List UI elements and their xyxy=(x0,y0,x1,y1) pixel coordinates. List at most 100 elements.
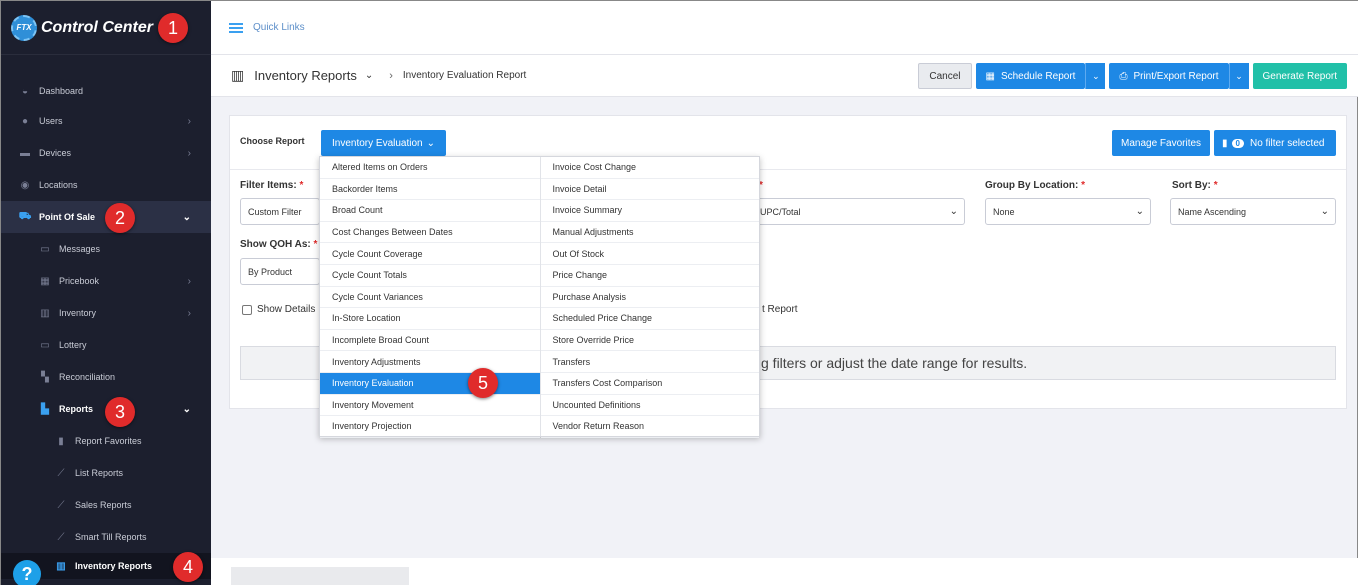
sidebar-item-devices[interactable]: ▬ Devices › xyxy=(1,137,211,169)
sidebar-item-label: Sales Reports xyxy=(75,500,132,510)
dropdown-item[interactable]: Purchase Analysis xyxy=(540,287,759,309)
help-button[interactable]: ? xyxy=(13,560,41,585)
dropdown-column-2: Invoice Cost Change Invoice Detail Invoi… xyxy=(539,157,759,438)
sidebar-item-lottery[interactable]: ▭ Lottery xyxy=(1,329,211,361)
sort-by-value: Name Ascending xyxy=(1178,206,1247,217)
sidebar-item-sales-reports[interactable]: ⟋ Sales Reports xyxy=(1,489,211,521)
sidebar-item-inventory[interactable]: ▥ Inventory › xyxy=(1,297,211,329)
dropdown-item[interactable]: Cycle Count Totals xyxy=(320,265,540,287)
group-by-value: None xyxy=(993,206,1015,217)
page-title[interactable]: Inventory Reports xyxy=(254,68,357,83)
calendar-icon: ▦ xyxy=(985,70,995,82)
dropdown-item[interactable]: Broad Count xyxy=(320,200,540,222)
sidebar-item-list-reports[interactable]: ⟋ List Reports xyxy=(1,457,211,489)
menu-icon[interactable] xyxy=(229,22,243,33)
sidebar-item-label: Lottery xyxy=(59,340,87,350)
breadcrumb: Inventory Evaluation Report xyxy=(402,70,527,81)
print-export-label: Print/Export Report xyxy=(1133,70,1219,82)
dropdown-item[interactable]: Invoice Summary xyxy=(540,200,759,222)
dropdown-item[interactable]: Incomplete Broad Count xyxy=(320,330,540,352)
dropdown-item[interactable]: Transfers Cost Comparison xyxy=(540,373,759,395)
dropdown-item[interactable]: Cycle Count Variances xyxy=(320,287,540,309)
dropdown-item[interactable]: Store Override Price xyxy=(540,330,759,352)
dropdown-item-selected[interactable]: Inventory Evaluation xyxy=(320,372,540,395)
line-chart-icon: ⟋ xyxy=(57,499,65,511)
chevron-down-icon: ⌄ xyxy=(1135,206,1144,217)
callout-badge-5: 5 xyxy=(468,368,498,398)
sidebar-item-label: Pricebook xyxy=(59,276,100,286)
filter-icon: ▮ xyxy=(1222,137,1228,149)
report-select-button[interactable]: Inventory Evaluation ⌄ xyxy=(321,130,447,156)
sidebar-item-label: Inventory xyxy=(59,308,97,318)
sidebar-item-label: Reconciliation xyxy=(59,372,116,382)
header-actions: Cancel ▦ Schedule Report ⌄ ⎙ Print/Expor… xyxy=(918,63,1347,89)
schedule-report-button[interactable]: ▦ Schedule Report xyxy=(975,63,1086,89)
filter-items-label: Filter Items: * xyxy=(240,180,304,191)
sidebar-item-reconciliation[interactable]: ▚ Reconciliation xyxy=(1,361,211,393)
callout-badge-1: 1 xyxy=(158,13,188,43)
dropdown-item[interactable]: Altered Items on Orders xyxy=(320,157,540,179)
dropdown-item[interactable]: Backorder Items xyxy=(320,179,540,201)
page-header: ▥ Inventory Reports ⌄ › Inventory Evalua… xyxy=(211,55,1358,97)
sidebar-item-label: Users xyxy=(39,116,63,126)
show-details-checkbox[interactable]: Show Details xyxy=(242,304,315,315)
dropdown-column-1: Altered Items on Orders Backorder Items … xyxy=(320,157,540,438)
cancel-button[interactable]: Cancel xyxy=(918,63,972,89)
sidebar-item-smart-till-reports[interactable]: ⟋ Smart Till Reports xyxy=(1,521,211,553)
show-qoh-select[interactable]: By Product xyxy=(240,258,320,285)
dropdown-item[interactable]: Vendor Return Reason xyxy=(540,416,759,438)
dropdown-item[interactable]: Invoice Cost Change xyxy=(540,157,759,179)
schedule-dropdown-toggle[interactable]: ⌄ xyxy=(1085,63,1106,89)
dropdown-item[interactable]: Scheduled Price Change xyxy=(540,308,759,330)
sidebar-item-label: Reports xyxy=(59,404,94,414)
report-option-text: t Report xyxy=(762,304,798,315)
line-chart-icon: ⟋ xyxy=(57,467,65,479)
dropdown-item[interactable]: Uncounted Definitions xyxy=(540,395,759,417)
chevron-down-icon[interactable]: ⌄ xyxy=(365,70,373,81)
filter-status-button[interactable]: ▮ 0 No filter selected xyxy=(1214,130,1336,156)
generate-report-button[interactable]: Generate Report xyxy=(1252,63,1347,89)
chevron-down-icon: ⌄ xyxy=(949,206,958,217)
chevron-down-icon: ⌄ xyxy=(1320,206,1329,217)
sidebar-item-report-favorites[interactable]: ▮ Report Favorites xyxy=(1,425,211,457)
filter-items-select[interactable]: Custom Filter xyxy=(240,198,320,225)
group-by-select[interactable]: None ⌄ xyxy=(985,198,1151,225)
dropdown-item[interactable]: In-Store Location xyxy=(320,308,540,330)
chevron-right-icon: › xyxy=(187,115,191,127)
sidebar-item-messages[interactable]: ▭ Messages xyxy=(1,233,211,265)
sidebar-nav: ◒ Dashboard ● Users › ▬ Devices › ◉ Loca… xyxy=(1,77,211,579)
totals-select[interactable]: UPC/Total ⌄ xyxy=(750,198,965,225)
dropdown-item[interactable]: Cycle Count Coverage xyxy=(320,243,540,265)
quick-links[interactable]: Quick Links xyxy=(253,22,305,33)
dropdown-item[interactable]: Inventory Projection xyxy=(320,416,540,438)
dropdown-item[interactable]: Inventory Movement xyxy=(320,395,540,417)
dropdown-item[interactable]: Manual Adjustments xyxy=(540,222,759,244)
sidebar-item-pricebook[interactable]: ▦ Pricebook › xyxy=(1,265,211,297)
chevron-right-icon: › xyxy=(187,307,191,319)
sidebar-item-locations[interactable]: ◉ Locations xyxy=(1,169,211,201)
ticket-icon: ▭ xyxy=(40,339,50,351)
dropdown-item[interactable]: Invoice Detail xyxy=(540,179,759,201)
dropdown-item[interactable]: Inventory Adjustments xyxy=(320,351,540,373)
print-export-button[interactable]: ⎙ Print/Export Report xyxy=(1109,63,1229,89)
dropdown-item[interactable]: Out Of Stock xyxy=(540,243,759,265)
manage-favorites-button[interactable]: Manage Favorites xyxy=(1112,130,1211,156)
dropdown-item[interactable]: Transfers xyxy=(540,351,759,373)
report-dropdown-menu: Altered Items on Orders Backorder Items … xyxy=(319,156,760,438)
schedule-report-split: ▦ Schedule Report ⌄ xyxy=(975,63,1106,89)
chevron-right-icon: › xyxy=(187,275,191,287)
chevron-down-icon: ⌄ xyxy=(182,403,191,415)
dropdown-item[interactable]: Price Change xyxy=(540,265,759,287)
dropdown-item[interactable]: Cost Changes Between Dates xyxy=(320,222,540,244)
warehouse-icon: ▥ xyxy=(40,307,50,319)
print-export-dropdown-toggle[interactable]: ⌄ xyxy=(1228,63,1249,89)
report-select-label: Inventory Evaluation xyxy=(332,137,423,149)
breadcrumb-separator-icon: › xyxy=(389,69,393,82)
sidebar-item-users[interactable]: ● Users › xyxy=(1,105,211,137)
sidebar-item-label: Messages xyxy=(59,244,101,254)
sidebar-item-label: Dashboard xyxy=(39,86,84,96)
gauge-icon: ◒ xyxy=(21,85,29,97)
sort-by-select[interactable]: Name Ascending ⌄ xyxy=(1170,198,1336,225)
sidebar-item-label: Point Of Sale xyxy=(39,212,96,222)
sidebar-item-dashboard[interactable]: ◒ Dashboard xyxy=(1,77,211,105)
